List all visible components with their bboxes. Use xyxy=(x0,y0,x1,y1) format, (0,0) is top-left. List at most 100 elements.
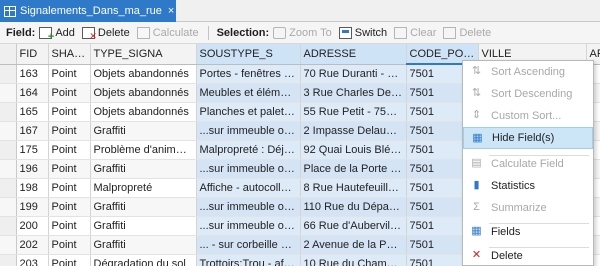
row-selector[interactable] xyxy=(0,121,17,141)
table-cell[interactable]: 198 xyxy=(16,178,49,198)
table-cell[interactable]: Graffiti xyxy=(90,216,197,236)
table-cell[interactable]: 165 xyxy=(16,102,49,122)
row-selector[interactable] xyxy=(0,64,17,84)
table-cell[interactable]: 200 xyxy=(16,216,49,236)
table-cell[interactable]: Trottoirs:Trou - affais... xyxy=(196,254,301,266)
menu-separator xyxy=(489,247,589,248)
table-cell[interactable]: Meubles et éléments... xyxy=(196,83,301,103)
menu-item-custom-sort[interactable]: ⇕ Custom Sort... xyxy=(463,105,593,127)
table-cell[interactable]: 203 xyxy=(16,254,49,266)
table-cell[interactable]: Point xyxy=(48,178,91,198)
clear-selection-icon xyxy=(394,26,408,39)
row-selector[interactable] xyxy=(0,178,17,198)
summarize-icon: Σ xyxy=(473,201,480,213)
table-cell[interactable]: Malpropreté : Déjecti... xyxy=(196,140,301,160)
row-selector[interactable] xyxy=(0,254,17,266)
table-cell[interactable]: 199 xyxy=(16,197,49,217)
table-cell[interactable]: Point xyxy=(48,235,91,255)
row-selector[interactable] xyxy=(0,197,17,217)
table-cell[interactable]: 164 xyxy=(16,83,49,103)
zoom-to-icon xyxy=(273,26,287,39)
calculate-button[interactable]: Calculate xyxy=(136,26,199,39)
column-header[interactable]: FID xyxy=(16,44,49,65)
menu-item-sort-ascending[interactable]: ⇅ Sort Ascending xyxy=(463,61,593,83)
table-cell[interactable]: 2 Avenue de la Porte... xyxy=(300,235,407,255)
row-selector[interactable] xyxy=(0,140,17,160)
table-cell[interactable]: Point xyxy=(48,216,91,236)
select-all-cell[interactable] xyxy=(0,44,17,65)
table-cell[interactable]: Point xyxy=(48,64,91,84)
clear-selection-button[interactable]: Clear xyxy=(394,26,436,39)
table-cell[interactable]: Malpropreté xyxy=(90,178,197,198)
table-cell[interactable]: Portes - fenêtres - vo... xyxy=(196,64,301,84)
menu-item-label: Delete xyxy=(491,250,523,262)
table-cell[interactable]: 202 xyxy=(16,235,49,255)
row-selector[interactable] xyxy=(0,159,17,179)
table-cell[interactable]: 167 xyxy=(16,121,49,141)
row-selector[interactable] xyxy=(0,83,17,103)
menu-item-statistics[interactable]: ▮ Statistics xyxy=(463,175,593,197)
close-icon[interactable]: × xyxy=(168,5,174,17)
column-header[interactable]: SHAPE xyxy=(48,44,91,65)
table-cell[interactable]: Graffiti xyxy=(90,235,197,255)
switch-selection-button[interactable]: Switch xyxy=(338,26,387,39)
table-cell[interactable]: Point xyxy=(48,121,91,141)
table-cell[interactable]: Objets abandonnés xyxy=(90,83,197,103)
table-cell[interactable]: 196 xyxy=(16,159,49,179)
add-field-button[interactable]: Add xyxy=(39,26,75,43)
table-cell[interactable]: 66 Rue d'Aubervillier... xyxy=(300,216,407,236)
row-selector[interactable] xyxy=(0,102,17,122)
table-cell[interactable]: Point xyxy=(48,197,91,217)
table-cell[interactable]: ... - sur corbeille à déc... xyxy=(196,235,301,255)
table-cell[interactable]: 175 xyxy=(16,140,49,160)
table-cell[interactable]: Graffiti xyxy=(90,121,197,141)
menu-item-label: Sort Descending xyxy=(491,88,573,100)
menu-item-fields[interactable]: ▦ Fields xyxy=(463,221,593,243)
table-cell[interactable]: Objets abandonnés xyxy=(90,102,197,122)
column-header[interactable]: ADRESSE xyxy=(300,44,407,65)
selection-group-label: Selection: xyxy=(216,26,270,39)
table-cell[interactable]: Affiche - autocollant:... xyxy=(196,178,301,198)
table-cell[interactable]: Objets abandonnés xyxy=(90,64,197,84)
table-cell[interactable]: 2 Impasse Delaunay -... xyxy=(300,121,407,141)
table-cell[interactable]: 3 Rue Charles Delescl... xyxy=(300,83,407,103)
table-cell[interactable]: 10 Rue du Champ d... xyxy=(300,254,407,266)
table-cell[interactable]: 163 xyxy=(16,64,49,84)
table-cell[interactable]: Point xyxy=(48,102,91,122)
table-cell[interactable]: 8 Rue Hautefeuille - ... xyxy=(300,178,407,198)
zoom-to-button[interactable]: Zoom To xyxy=(273,26,332,39)
column-header[interactable]: SOUSTYPE_S xyxy=(196,44,301,65)
menu-item-summarize[interactable]: Σ Summarize xyxy=(463,197,593,219)
column-header[interactable]: TYPE_SIGNA xyxy=(90,44,197,65)
table-cell[interactable]: ...sur immeuble ou... xyxy=(196,216,301,236)
menu-item-calculate-field[interactable]: ▤ Calculate Field xyxy=(463,153,593,175)
table-icon xyxy=(4,5,16,17)
delete-selection-button[interactable]: Delete xyxy=(443,26,491,39)
table-cell[interactable]: ...sur immeuble ou... xyxy=(196,159,301,179)
table-cell[interactable]: 92 Quai Louis Blériot... xyxy=(300,140,407,160)
table-cell[interactable]: Dégradation du sol xyxy=(90,254,197,266)
attribute-toolbar: Field: Add Delete Calculate Selection: Z… xyxy=(0,22,600,44)
table-cell[interactable]: Problème d'animaux xyxy=(90,140,197,160)
fields-icon: ▦ xyxy=(471,225,482,237)
row-selector[interactable] xyxy=(0,235,17,255)
table-cell[interactable]: Graffiti xyxy=(90,159,197,179)
table-cell[interactable]: Point xyxy=(48,159,91,179)
menu-item-sort-descending[interactable]: ⇅ Sort Descending xyxy=(463,83,593,105)
table-cell[interactable]: Graffiti xyxy=(90,197,197,217)
row-selector[interactable] xyxy=(0,216,17,236)
table-cell[interactable]: Planches et palettes xyxy=(196,102,301,122)
table-cell[interactable]: ...sur immeuble ou... xyxy=(196,197,301,217)
table-cell[interactable]: ...sur immeuble ou... xyxy=(196,121,301,141)
tab-signalements[interactable]: Signalements_Dans_ma_rue × xyxy=(0,0,176,22)
table-cell[interactable]: Place de la Porte Mai... xyxy=(300,159,407,179)
table-cell[interactable]: Point xyxy=(48,83,91,103)
menu-item-delete[interactable]: ✕ Delete xyxy=(463,245,593,266)
table-cell[interactable]: 70 Rue Duranti - 7501... xyxy=(300,64,407,84)
table-cell[interactable]: Point xyxy=(48,140,91,160)
table-cell[interactable]: Point xyxy=(48,254,91,266)
menu-item-hide-field-s[interactable]: ▦ Hide Field(s) xyxy=(463,127,593,149)
table-cell[interactable]: 110 Rue du Départem... xyxy=(300,197,407,217)
table-cell[interactable]: 55 Rue Petit - 75019... xyxy=(300,102,407,122)
delete-field-button[interactable]: Delete xyxy=(81,26,130,42)
